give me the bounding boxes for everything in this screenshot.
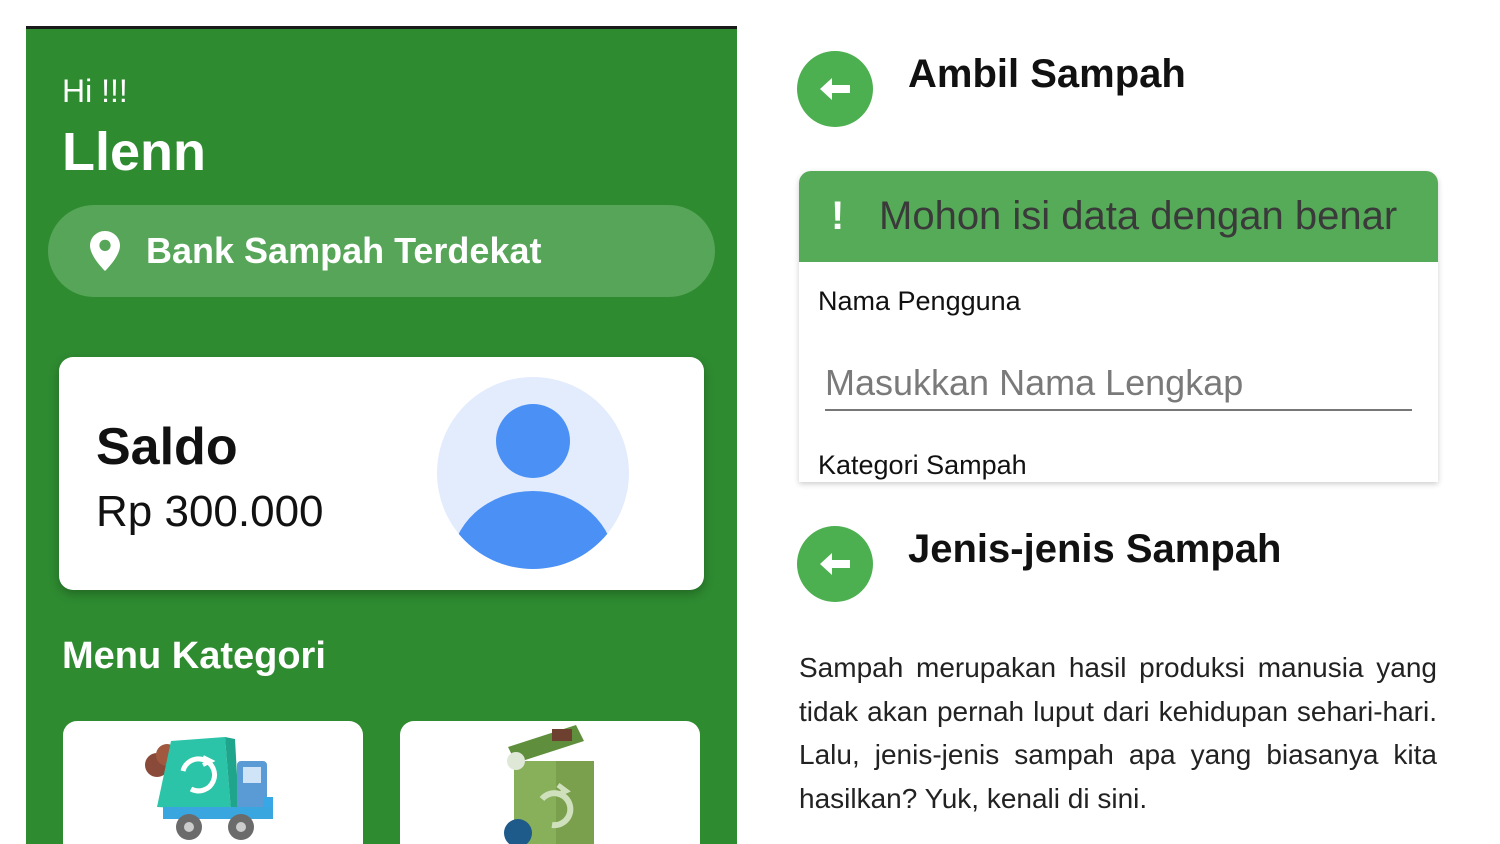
nearest-bank-label: Bank Sampah Terdekat bbox=[146, 230, 542, 271]
back-button-types[interactable] bbox=[797, 526, 873, 602]
name-input[interactable] bbox=[825, 357, 1412, 411]
types-page-title: Jenis-jenis Sampah bbox=[908, 527, 1282, 571]
home-screen: Hi !!! Llenn Bank Sampah Terdekat Saldo … bbox=[26, 26, 737, 844]
pickup-form-card: ! Mohon isi data dengan benar Nama Pengg… bbox=[799, 171, 1438, 482]
alert-message: Mohon isi data dengan benar bbox=[879, 194, 1398, 238]
types-description: Sampah merupakan hasil produksi manusia … bbox=[799, 652, 1437, 814]
back-button-pickup[interactable] bbox=[797, 51, 873, 127]
username-text: Llenn bbox=[62, 122, 206, 182]
nearest-bank-button[interactable]: Bank Sampah Terdekat bbox=[48, 205, 715, 297]
location-pin-icon bbox=[90, 231, 120, 271]
recycle-bin-icon bbox=[504, 725, 594, 844]
garbage-truck-icon bbox=[145, 737, 273, 840]
category-field-label: Kategori Sampah bbox=[818, 450, 1027, 480]
form-alert-banner: ! Mohon isi data dengan benar bbox=[799, 171, 1438, 262]
exclamation-icon: ! bbox=[831, 194, 845, 238]
category-card-pickup[interactable] bbox=[63, 721, 363, 844]
greeting-text: Hi !!! bbox=[62, 73, 128, 109]
menu-category-title: Menu Kategori bbox=[62, 635, 326, 677]
pickup-page-title: Ambil Sampah bbox=[908, 52, 1186, 96]
arrow-left-icon bbox=[820, 78, 850, 100]
avatar-icon[interactable] bbox=[437, 377, 629, 569]
balance-title: Saldo bbox=[96, 418, 238, 476]
balance-value: Rp 300.000 bbox=[96, 487, 324, 536]
balance-card: Saldo Rp 300.000 bbox=[59, 357, 704, 590]
category-card-types[interactable] bbox=[400, 721, 700, 844]
name-field-label: Nama Pengguna bbox=[818, 286, 1021, 316]
arrow-left-icon bbox=[820, 553, 850, 575]
